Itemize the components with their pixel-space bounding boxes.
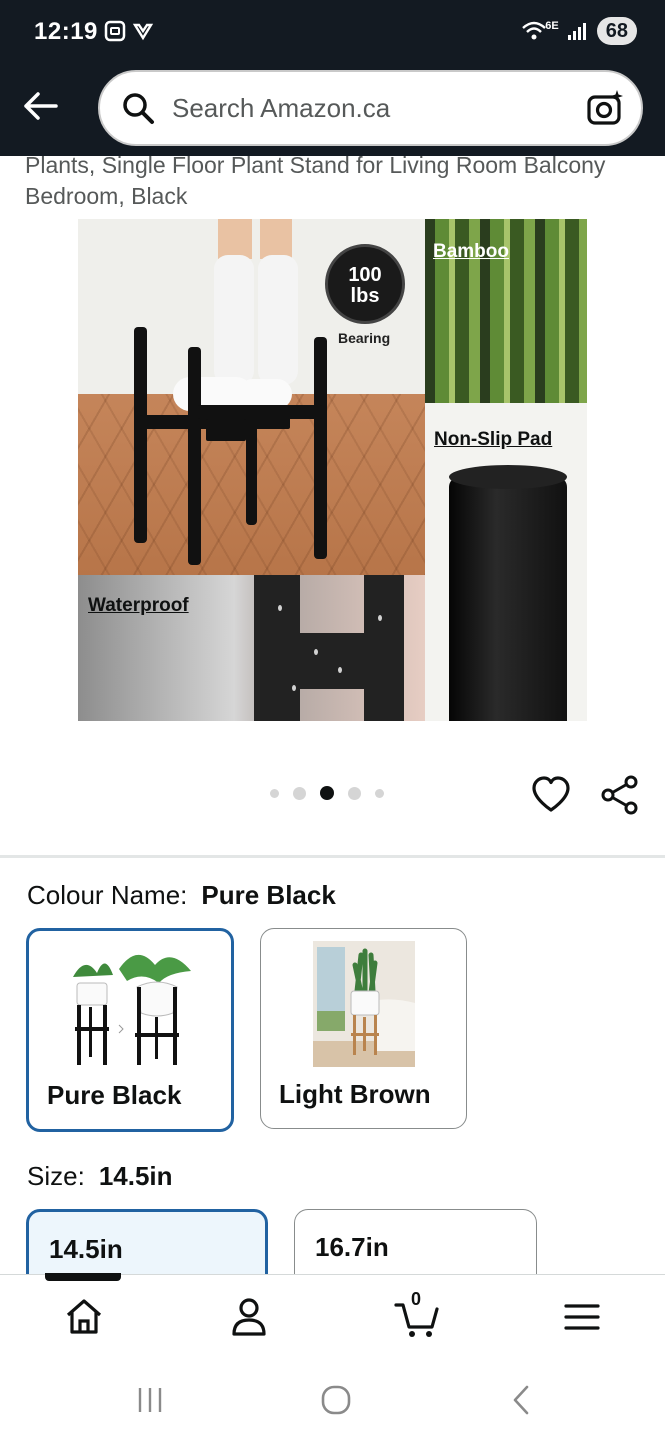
light-brown-thumbnail xyxy=(313,941,415,1067)
section-divider xyxy=(0,855,665,858)
search-bar[interactable] xyxy=(98,70,643,146)
share-icon[interactable] xyxy=(600,775,640,815)
pad-leg-closeup xyxy=(449,477,567,721)
account-icon[interactable] xyxy=(227,1295,271,1339)
frame-post xyxy=(364,575,404,721)
home-icon[interactable] xyxy=(62,1295,106,1339)
size-selected-value: 14.5in xyxy=(98,1161,173,1191)
back-arrow-icon xyxy=(24,92,58,120)
stand-crossbar xyxy=(198,405,322,419)
stand-leg xyxy=(188,347,201,565)
non-slip-pad-label: Non-Slip Pad xyxy=(434,429,553,450)
frame-post xyxy=(254,575,300,721)
system-navigation-bar xyxy=(0,1360,665,1440)
bamboo-label: Bamboo xyxy=(433,241,509,262)
battery-indicator: 68 xyxy=(596,17,637,45)
badge-unit: lbs xyxy=(350,285,380,307)
size-row-label: Size: 14.5in xyxy=(27,1161,173,1192)
colour-option-light-brown[interactable]: Light Brown xyxy=(260,928,467,1129)
pure-black-thumbnail xyxy=(73,954,191,1065)
status-time: 12:19 xyxy=(34,18,98,45)
back-button[interactable] xyxy=(18,84,62,128)
stand-center-block xyxy=(206,419,246,441)
search-icon xyxy=(123,93,154,124)
colour-label: Colour Name: xyxy=(27,880,188,910)
non-slip-pad-tile: Non-Slip Pad xyxy=(425,403,587,721)
carousel-dot[interactable] xyxy=(270,788,279,798)
leg-shape xyxy=(260,219,292,259)
bottom-navigation: 0 xyxy=(0,1273,665,1360)
carousel-dot-active[interactable] xyxy=(320,786,334,800)
active-tab-indicator xyxy=(45,1273,121,1281)
home-circle-icon[interactable] xyxy=(318,1382,354,1418)
status-right: 6E 68 xyxy=(521,17,637,45)
waterproof-tile: Waterproof xyxy=(78,575,425,721)
product-image-gallery[interactable]: 100 lbs Bearing Bamboo Non-Slip Pad Wate… xyxy=(78,219,587,721)
signal-icon xyxy=(567,23,586,40)
camera-lens-icon[interactable] xyxy=(585,88,625,128)
bamboo-tile: Bamboo xyxy=(425,219,587,403)
badge-caption: Bearing xyxy=(338,330,391,346)
wifi-icon xyxy=(522,21,547,40)
pad-top-ellipse xyxy=(449,465,567,489)
main-product-tile: 100 lbs Bearing xyxy=(78,219,425,575)
menu-icon[interactable] xyxy=(560,1295,604,1339)
water-drop xyxy=(338,667,342,673)
sock-shape xyxy=(258,255,298,385)
carousel-dots[interactable] xyxy=(270,786,384,800)
recent-apps-icon[interactable] xyxy=(132,1382,168,1418)
stand-leg xyxy=(314,337,327,559)
cart-button[interactable]: 0 xyxy=(394,1289,440,1339)
water-drop xyxy=(314,649,318,655)
size-option-label: 14.5in xyxy=(49,1234,123,1264)
water-drop xyxy=(292,685,296,691)
size-option-label: 16.7in xyxy=(315,1232,389,1262)
colour-option-label: Pure Black xyxy=(47,1080,182,1110)
search-input[interactable] xyxy=(172,92,552,124)
sock-shape xyxy=(214,255,254,385)
status-bar: 12:19 6E 68 xyxy=(0,0,665,64)
water-drop xyxy=(278,605,282,611)
product-title: Plants, Single Floor Plant Stand for Liv… xyxy=(25,152,606,209)
colour-option-pure-black[interactable]: Pure Black xyxy=(26,928,234,1132)
carousel-dot[interactable] xyxy=(293,786,306,800)
size-label: Size: xyxy=(27,1161,85,1191)
stand-leg xyxy=(134,327,147,543)
badge-number: 100 xyxy=(348,264,382,286)
leg-shape xyxy=(218,219,252,259)
waterproof-label: Waterproof xyxy=(88,595,189,616)
carousel-dot[interactable] xyxy=(348,786,361,800)
cart-count: 0 xyxy=(410,1289,421,1309)
app-header: 12:19 6E 68 xyxy=(0,0,665,156)
notification-app-icon xyxy=(132,23,154,41)
system-back-icon[interactable] xyxy=(504,1382,540,1418)
network-type: 6E xyxy=(545,20,559,32)
colour-row-label: Colour Name: Pure Black xyxy=(27,880,336,911)
carousel-dot[interactable] xyxy=(375,788,384,798)
weight-badge: 100 lbs xyxy=(325,244,405,324)
heart-icon[interactable] xyxy=(531,775,571,815)
colour-option-label: Light Brown xyxy=(279,1079,431,1109)
colour-selected-value: Pure Black xyxy=(201,880,336,910)
screenshot-icon xyxy=(104,20,126,42)
water-drop xyxy=(378,615,382,621)
